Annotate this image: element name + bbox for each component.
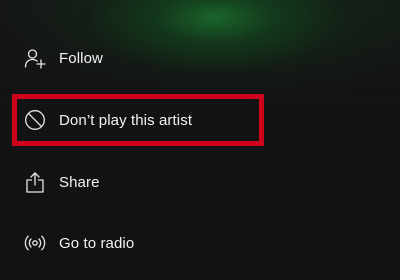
menu-item-dont-play-artist[interactable]: Don’t play this artist (0, 100, 400, 140)
menu-item-follow[interactable]: Follow (0, 38, 400, 78)
share-icon (24, 171, 46, 193)
menu-item-label: Go to radio (59, 234, 135, 252)
menu-item-go-to-radio[interactable]: Go to radio (0, 223, 400, 263)
menu-item-label: Share (59, 173, 100, 191)
menu-item-label: Follow (59, 49, 103, 67)
radio-icon (24, 232, 46, 254)
menu-item-share[interactable]: Share (0, 162, 400, 202)
menu-item-label: Don’t play this artist (59, 111, 193, 129)
block-icon (24, 109, 46, 131)
add-user-icon (24, 47, 46, 69)
artist-context-menu: Follow Don’t play this artist Share Go t… (0, 0, 400, 280)
